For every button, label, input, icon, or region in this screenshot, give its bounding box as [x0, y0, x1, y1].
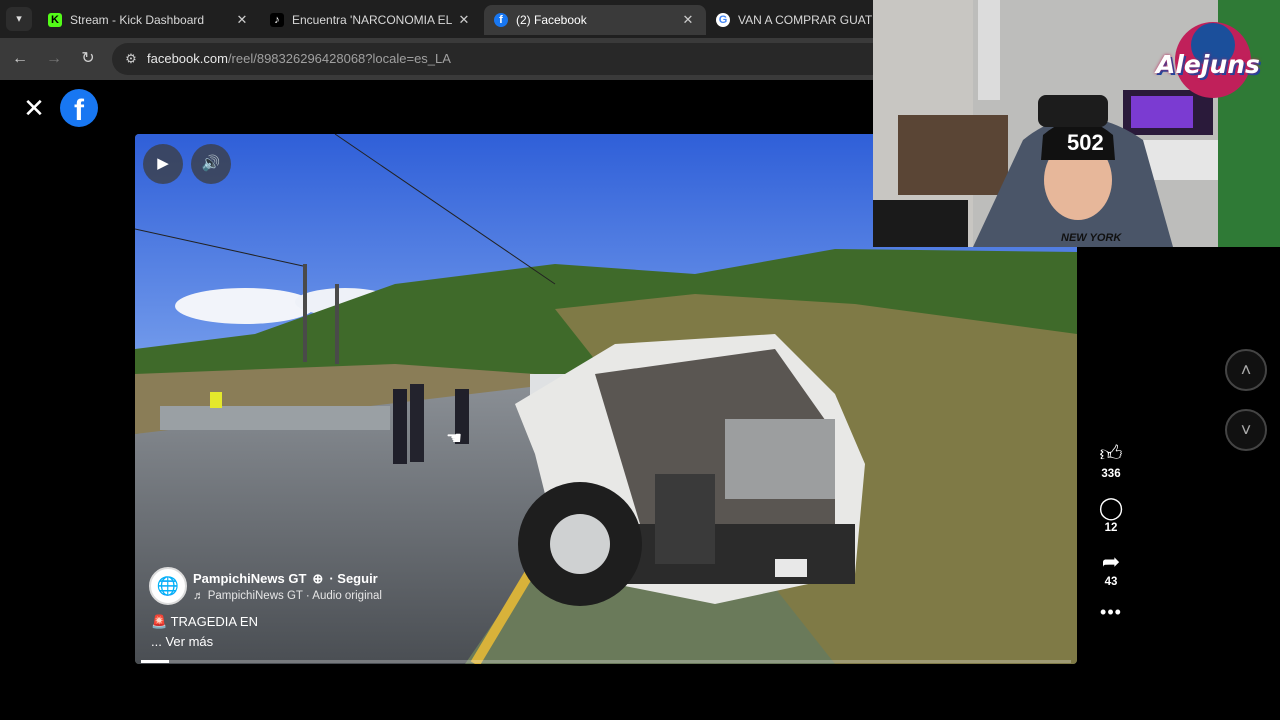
verified-globe-icon: ⊕ — [312, 570, 324, 586]
author-line: PampichiNews GT ⊕ · Seguir — [193, 571, 382, 587]
caption-text: TRAGEDIA EN — [170, 614, 258, 629]
webcam-feed — [873, 0, 1280, 247]
tab-title: (2) Facebook — [516, 13, 587, 27]
kick-icon: K — [48, 13, 62, 27]
facebook-icon: f — [494, 13, 508, 27]
dot-separator: · — [329, 571, 338, 586]
tab-search-menu-button[interactable]: ▾ — [6, 7, 32, 31]
tab-tiktok[interactable]: ♪ Encuentra 'NARCONOMIA EL M ✕ — [260, 5, 482, 35]
follow-button[interactable]: Seguir — [337, 571, 377, 586]
share-action[interactable]: ➦ 43 — [1091, 548, 1131, 588]
tiktok-icon: ♪ — [270, 13, 284, 27]
comment-count: 12 — [1104, 522, 1118, 534]
like-count: 336 — [1101, 468, 1121, 480]
url-text[interactable]: facebook.com/reel/898326296428068?locale… — [147, 51, 451, 66]
next-reel-chevron-down-icon[interactable]: ˅ — [1225, 409, 1267, 451]
audio-line[interactable]: ♬ PampichiNews GT · Audio original — [193, 590, 382, 602]
reel-actions: 👍︎ 336 ◯ 12 ➦ 43 ••• — [1091, 440, 1131, 623]
share-arrow-icon[interactable]: ➦ — [1091, 548, 1131, 576]
video-progress-bar[interactable] — [141, 660, 1071, 663]
author-avatar[interactable]: 🌐 — [149, 567, 187, 605]
see-more-link[interactable]: ... Ver más — [151, 634, 258, 649]
tab-close-icon[interactable]: ✕ — [234, 12, 250, 28]
google-icon: G — [716, 13, 730, 27]
forward-arrow-icon[interactable]: → — [42, 47, 66, 71]
audio-label: PampichiNews GT · Audio original — [207, 589, 382, 602]
site-info-icon[interactable]: ⚙ — [122, 50, 140, 68]
tab-facebook[interactable]: f (2) Facebook ✕ — [484, 5, 706, 35]
shirt-text: NEW YORK — [1061, 232, 1122, 244]
reload-icon[interactable]: ↻ — [76, 47, 100, 71]
tab-close-icon[interactable]: ✕ — [456, 12, 472, 28]
share-count: 43 — [1104, 576, 1118, 588]
reel-author: 🌐 PampichiNews GT ⊕ · Seguir ♬ PampichiN… — [149, 567, 382, 605]
author-text: PampichiNews GT ⊕ · Seguir ♬ PampichiNew… — [193, 571, 382, 602]
music-note-icon: ♬ — [193, 589, 205, 602]
previous-reel-chevron-up-icon[interactable]: ˄ — [1225, 349, 1267, 391]
url-host: facebook.com — [147, 51, 228, 66]
close-icon[interactable]: ✕ — [22, 95, 46, 121]
warning-emoji-icon: 🚨 — [151, 614, 168, 629]
thumbs-up-icon[interactable]: 👍︎ — [1091, 440, 1131, 468]
tab-close-icon[interactable]: ✕ — [680, 12, 696, 28]
more-options-icon[interactable]: ••• — [1091, 602, 1131, 623]
tab-title: Stream - Kick Dashboard — [70, 13, 205, 27]
tab-title: Encuentra 'NARCONOMIA EL M — [292, 13, 456, 27]
back-arrow-icon[interactable]: ← — [8, 47, 32, 71]
author-name[interactable]: PampichiNews GT — [193, 571, 306, 586]
like-action[interactable]: 👍︎ 336 — [1091, 440, 1131, 480]
hand-cursor-icon: ☚ — [446, 428, 463, 448]
webcam-overlay: 502 NEW YORK Alejuns — [873, 0, 1280, 247]
facebook-logo-icon[interactable]: f — [60, 89, 98, 127]
reel-caption: 🚨 TRAGEDIA EN ... Ver más — [151, 614, 258, 649]
play-icon[interactable]: ▶ — [143, 144, 183, 184]
cap-text: 502 — [1067, 130, 1104, 155]
url-path: /reel/898326296428068?locale=es_LA — [227, 51, 451, 66]
comment-action[interactable]: ◯ 12 — [1091, 494, 1131, 534]
volume-icon[interactable]: 🔊 — [191, 144, 231, 184]
video-progress-fill — [141, 660, 169, 663]
streamer-logo: Alejuns — [1156, 50, 1260, 79]
tab-kick-dashboard[interactable]: K Stream - Kick Dashboard ✕ — [38, 5, 260, 35]
comment-icon[interactable]: ◯ — [1091, 494, 1131, 522]
